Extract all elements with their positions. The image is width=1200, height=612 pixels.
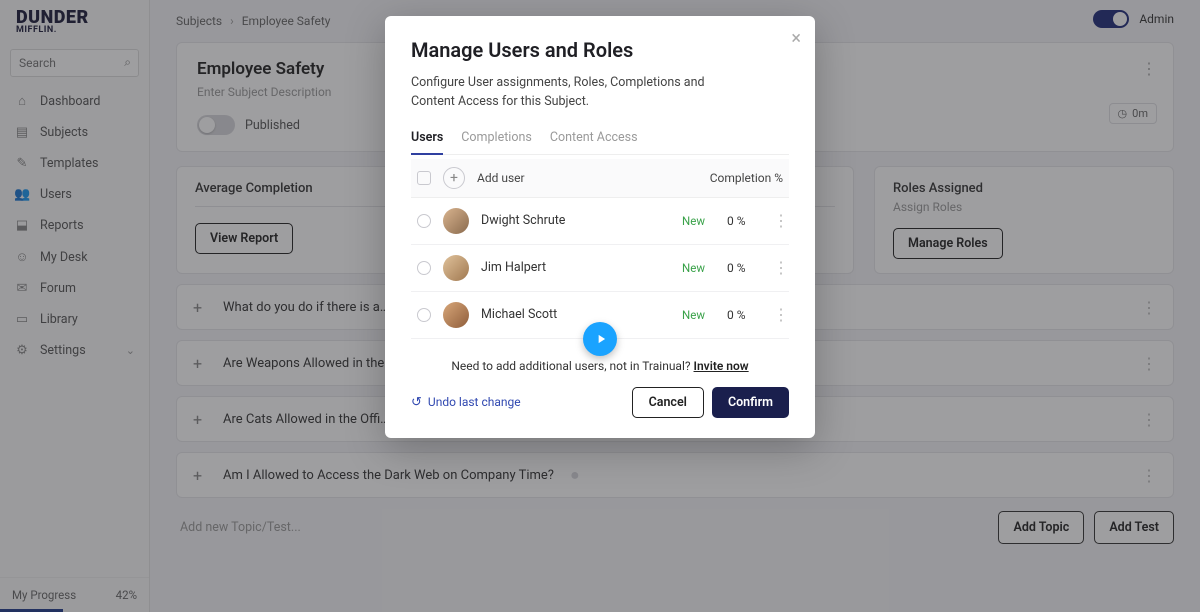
- row-menu-icon[interactable]: ⋮: [773, 211, 783, 230]
- user-checkbox[interactable]: [417, 214, 431, 228]
- user-name: Jim Halpert: [481, 260, 670, 275]
- avatar: [443, 255, 469, 281]
- invite-prompt: Need to add additional users, not in Tra…: [411, 359, 789, 373]
- status-badge: New: [682, 214, 705, 228]
- select-all-checkbox[interactable]: [417, 171, 431, 185]
- tab-content-access[interactable]: Content Access: [550, 130, 638, 154]
- confirm-button[interactable]: Confirm: [712, 387, 789, 418]
- user-row: Dwight Schrute New 0 % ⋮: [411, 198, 789, 245]
- modal-title: Manage Users and Roles: [411, 38, 789, 62]
- play-button[interactable]: [583, 322, 617, 356]
- user-checkbox[interactable]: [417, 308, 431, 322]
- completion-header: Completion %: [710, 171, 783, 185]
- user-checkbox[interactable]: [417, 261, 431, 275]
- user-name: Dwight Schrute: [481, 213, 670, 228]
- user-row: Jim Halpert New 0 % ⋮: [411, 245, 789, 292]
- invite-link[interactable]: Invite now: [694, 359, 749, 373]
- tab-users[interactable]: Users: [411, 130, 443, 155]
- completion-pct: 0 %: [727, 308, 761, 322]
- cancel-button[interactable]: Cancel: [632, 387, 704, 418]
- user-table-header: + Add user Completion %: [411, 159, 789, 198]
- manage-users-modal: × Manage Users and Roles Configure User …: [385, 16, 815, 438]
- status-badge: New: [682, 308, 705, 322]
- add-user-button[interactable]: +: [443, 167, 465, 189]
- completion-pct: 0 %: [727, 214, 761, 228]
- row-menu-icon[interactable]: ⋮: [773, 305, 783, 324]
- user-name: Michael Scott: [481, 307, 670, 322]
- close-icon[interactable]: ×: [791, 28, 801, 49]
- avatar: [443, 208, 469, 234]
- modal-subtitle: Configure User assignments, Roles, Compl…: [411, 74, 751, 112]
- status-badge: New: [682, 261, 705, 275]
- play-icon: [594, 332, 608, 346]
- undo-label: Undo last change: [428, 395, 521, 409]
- modal-tabs: Users Completions Content Access: [411, 130, 789, 155]
- tab-completions[interactable]: Completions: [461, 130, 532, 154]
- invite-text: Need to add additional users, not in Tra…: [451, 359, 693, 373]
- undo-icon: ↺: [411, 395, 422, 410]
- avatar: [443, 302, 469, 328]
- row-menu-icon[interactable]: ⋮: [773, 258, 783, 277]
- completion-pct: 0 %: [727, 261, 761, 275]
- add-user-label: Add user: [477, 171, 525, 185]
- undo-last-change[interactable]: ↺ Undo last change: [411, 395, 521, 410]
